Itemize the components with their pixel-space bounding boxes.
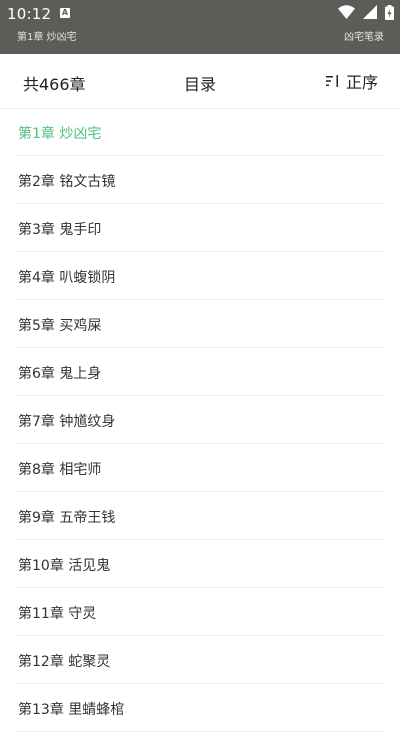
toc-header: 共466章 目录 正序 — [0, 54, 400, 109]
chapter-label: 第13章 里蜻蜂棺 — [18, 702, 125, 718]
chapter-label: 第12章 蛇聚灵 — [18, 654, 111, 670]
chapter-item[interactable]: 第3章 鬼手印 — [17, 204, 384, 252]
chapter-label: 第8章 相宅师 — [18, 462, 102, 478]
chapter-label: 第6章 鬼上身 — [18, 366, 102, 382]
chapter-item[interactable]: 第5章 买鸡屎 — [17, 300, 384, 348]
chapter-item[interactable]: 第7章 钟馗纹身 — [17, 396, 384, 444]
chapter-item[interactable]: 第9章 五帝王钱 — [17, 492, 384, 540]
battery-icon — [385, 5, 394, 20]
sort-order-button[interactable]: 正序 — [325, 69, 378, 93]
chapter-label: 第5章 买鸡屎 — [18, 318, 102, 334]
chapter-label: 第11章 守灵 — [18, 606, 97, 622]
chapter-item[interactable]: 第6章 鬼上身 — [17, 348, 384, 396]
chapter-item[interactable]: 第13章 里蜻蜂棺 — [17, 684, 384, 732]
reader-chapter-title: 第1章 炒凶宅 — [17, 32, 77, 43]
chapter-count: 共466章 — [23, 75, 86, 94]
chapter-label: 第7章 钟馗纹身 — [18, 414, 116, 430]
chapter-label: 第1章 炒凶宅 — [18, 126, 102, 142]
status-bar: 10:12 A 第1章 炒凶宅 凶宅笔录 — [0, 0, 400, 54]
chapter-label: 第2章 铭文古镜 — [18, 174, 116, 190]
chapter-label: 第3章 鬼手印 — [18, 222, 102, 238]
reader-book-title: 凶宅笔录 — [344, 32, 384, 43]
chapter-item[interactable]: 第1章 炒凶宅 — [17, 108, 384, 156]
sort-icon — [325, 75, 338, 87]
sort-order-label: 正序 — [345, 73, 378, 92]
signal-icon — [362, 5, 377, 19]
status-icons — [335, 5, 394, 21]
chapter-label: 第10章 活见鬼 — [18, 558, 111, 574]
chapter-item[interactable]: 第4章 叭蝮锁阴 — [17, 252, 384, 300]
chapter-item[interactable]: 第2章 铭文古镜 — [17, 156, 384, 204]
notification-icon: A — [60, 8, 70, 18]
chapter-label: 第9章 五帝王钱 — [18, 510, 116, 526]
chapter-item[interactable]: 第12章 蛇聚灵 — [17, 636, 384, 684]
status-time: 10:12 — [7, 5, 52, 23]
chapter-item[interactable]: 第11章 守灵 — [17, 588, 384, 636]
chapter-list[interactable]: 第1章 炒凶宅 第2章 铭文古镜 第3章 鬼手印 第4章 叭蝮锁阴 第5章 买鸡屎 第6章… — [0, 108, 400, 732]
chapter-item[interactable]: 第10章 活见鬼 — [17, 540, 384, 588]
wifi-icon — [337, 5, 355, 19]
chapter-label: 第4章 叭蝮锁阴 — [18, 270, 116, 286]
chapter-item[interactable]: 第8章 相宅师 — [17, 444, 384, 492]
